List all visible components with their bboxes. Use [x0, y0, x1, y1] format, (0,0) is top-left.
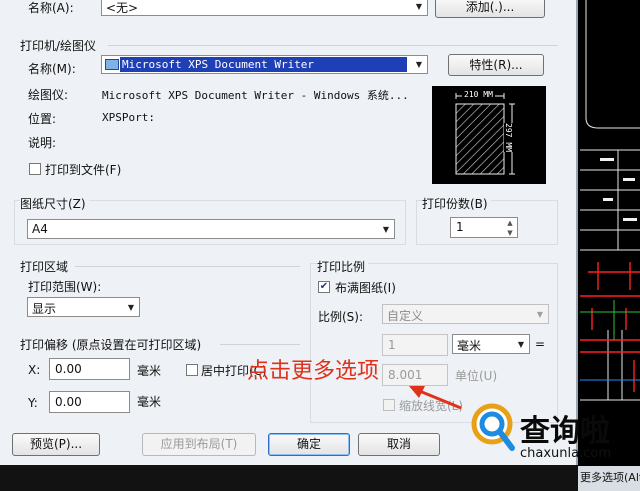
printer-group-divider: [108, 45, 558, 46]
preview-width-label: 210 MM: [462, 90, 495, 99]
description-label: 说明:: [28, 136, 57, 150]
print-to-file-label: 打印到文件(F): [45, 163, 122, 177]
plot-range-label: 打印范围(W):: [28, 280, 102, 294]
y-offset-label: Y:: [28, 396, 38, 410]
chevron-down-icon: ▼: [536, 309, 544, 319]
preview-button[interactable]: 预览(P)...: [12, 433, 100, 456]
location-label: 位置:: [28, 112, 57, 126]
ok-button[interactable]: 确定: [268, 433, 350, 456]
printer-icon: [105, 59, 119, 70]
printer-name-label: 名称(M):: [28, 62, 76, 76]
y-offset-unit: 毫米: [137, 395, 162, 409]
preview-height-label: 297 MM: [503, 123, 513, 152]
plot-offset-divider: [220, 344, 300, 345]
y-offset-input[interactable]: 0.00: [49, 391, 130, 413]
print-to-file-checkbox[interactable]: [29, 163, 41, 175]
watermark-url: chaxunla.com: [520, 446, 611, 461]
plot-range-value: 显示: [32, 302, 57, 316]
x-offset-value: 0.00: [55, 362, 82, 376]
fit-to-paper-checkbox[interactable]: ✔: [318, 281, 330, 293]
spin-down-icon[interactable]: ▼: [503, 228, 517, 238]
scale-unit-value: 毫米: [457, 339, 482, 353]
chevron-down-icon: ▼: [415, 60, 423, 69]
center-plot-checkbox[interactable]: [186, 364, 198, 376]
plotter-value: Microsoft XPS Document Writer - Windows …: [102, 89, 409, 102]
page-setup-name-label: 名称(A):: [28, 1, 74, 15]
paper-size-value: A4: [32, 222, 48, 236]
printer-name-value: Microsoft XPS Document Writer: [120, 57, 407, 72]
printer-name-combo[interactable]: Microsoft XPS Document Writer ▼: [101, 55, 428, 74]
copies-value: 1: [456, 220, 464, 234]
plot-dialog: 名称(A): <无> ▼ 添加(.)... 打印机/绘图仪 名称(M): Mic…: [0, 0, 578, 465]
plot-range-combo[interactable]: 显示 ▼: [27, 297, 140, 317]
x-offset-label: X:: [28, 363, 41, 377]
printer-group-title: 打印机/绘图仪: [20, 39, 97, 53]
paper-size-title: 图纸尺寸(Z): [20, 195, 89, 212]
annotation-arrow-icon: [409, 386, 462, 410]
chevron-down-icon: ▼: [382, 224, 390, 234]
page-setup-name-combo[interactable]: <无> ▼: [101, 0, 428, 16]
chevron-down-icon: ▼: [415, 1, 423, 11]
scale-lineweights-checkbox[interactable]: [383, 399, 395, 411]
y-offset-value: 0.00: [55, 395, 82, 409]
scale-equals: =: [535, 337, 546, 351]
printer-properties-button[interactable]: 特性(R)...: [448, 54, 544, 76]
plot-scale-title: 打印比例: [317, 258, 369, 275]
add-page-setup-button[interactable]: 添加(.)...: [435, 0, 545, 18]
scale-combo[interactable]: 自定义 ▼: [382, 304, 549, 324]
copies-title: 打印份数(B): [422, 195, 491, 212]
copies-spinner[interactable]: 1 ▲ ▼: [450, 217, 518, 238]
location-value: XPSPort:: [102, 111, 155, 124]
spin-up-icon[interactable]: ▲: [503, 218, 517, 228]
scale-value: 自定义: [387, 309, 424, 323]
plotter-label: 绘图仪:: [28, 88, 69, 102]
page-setup-name-value: <无>: [106, 1, 139, 15]
scale-value1: 1: [388, 338, 396, 352]
watermark: 查询啦 chaxunla.com: [470, 400, 640, 491]
annotation-text: 点击更多选项: [247, 359, 380, 384]
scale-value1-input[interactable]: 1: [382, 334, 448, 356]
scale-label: 比例(S):: [318, 310, 364, 324]
watermark-brand: 查询啦: [520, 414, 610, 449]
cancel-button[interactable]: 取消: [358, 433, 440, 456]
chevron-down-icon: ▼: [127, 302, 135, 312]
apply-to-layout-button[interactable]: 应用到布局(T): [142, 433, 256, 456]
chevron-down-icon: ▼: [517, 339, 525, 349]
plot-area-divider: [75, 266, 300, 267]
paper-preview: 210 MM 297 MM: [432, 86, 546, 184]
plot-offset-title: 打印偏移 (原点设置在可打印区域): [20, 338, 202, 352]
fit-to-paper-label: 布满图纸(I): [335, 281, 396, 295]
x-offset-unit: 毫米: [137, 364, 162, 378]
paper-size-combo[interactable]: A4 ▼: [27, 219, 395, 239]
scale-unit-combo[interactable]: 毫米 ▼: [452, 334, 530, 354]
plot-area-title: 打印区域: [20, 260, 69, 274]
magnifier-logo-icon: [471, 403, 515, 451]
x-offset-input[interactable]: 0.00: [49, 358, 130, 380]
